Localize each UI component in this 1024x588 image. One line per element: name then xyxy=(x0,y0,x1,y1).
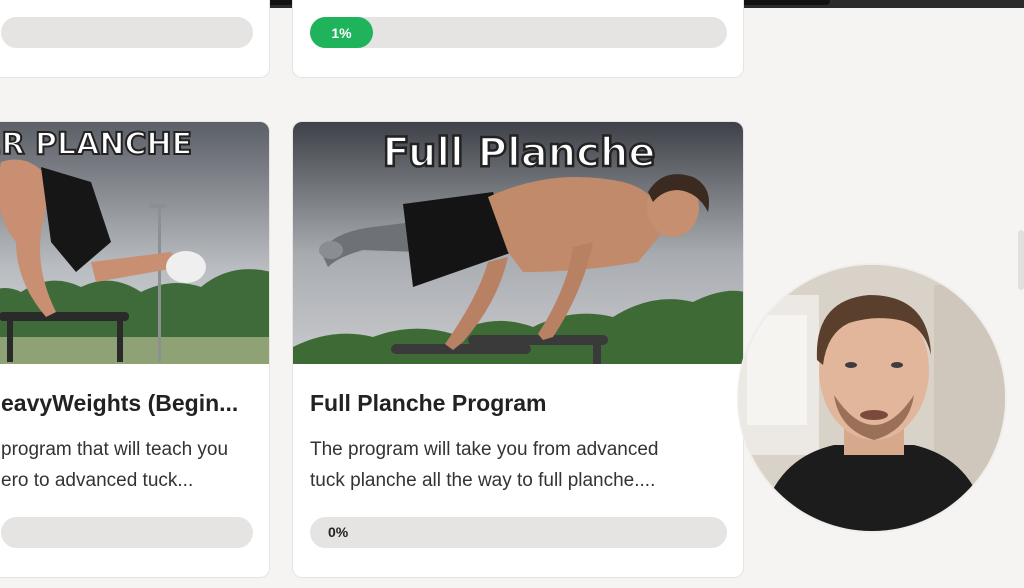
thumbnail-title: ER PLANCHE xyxy=(0,127,192,162)
description-line: program that will teach you xyxy=(1,439,229,460)
course-thumbnail: Full Planche xyxy=(293,122,743,364)
course-card-top-left[interactable] xyxy=(0,0,270,78)
description-line: ero to advanced tuck... xyxy=(1,470,194,491)
scroll-edge-handle[interactable] xyxy=(1018,230,1024,290)
course-description: The program will take you from advanced … xyxy=(310,434,735,496)
description-line: tuck planche all the way to full planche… xyxy=(310,470,656,491)
progress-label: 1% xyxy=(331,24,352,41)
course-description: program that will teach you ero to advan… xyxy=(1,434,269,496)
progress-label: 0% xyxy=(328,524,349,540)
thumbnail-title: Full Planche xyxy=(383,130,656,176)
progress-bar xyxy=(1,517,253,548)
course-card-top-right[interactable]: 1% xyxy=(292,0,744,78)
course-card-heavyweights[interactable]: ER PLANCHE eavyWeights (Begin... program… xyxy=(0,121,270,578)
presenter-webcam-feed xyxy=(737,263,1007,533)
course-title[interactable]: Full Planche Program xyxy=(310,390,730,417)
progress-bar: 1% xyxy=(310,17,727,48)
progress-bar xyxy=(1,17,253,48)
progress-bar: 0% xyxy=(310,517,727,548)
description-line: The program will take you from advanced xyxy=(310,439,659,460)
course-title[interactable]: eavyWeights (Begin... xyxy=(1,390,263,417)
course-card-full-planche[interactable]: Full Planche Full Planche Program The pr… xyxy=(292,121,744,578)
progress-fill: 1% xyxy=(310,17,373,48)
course-thumbnail: ER PLANCHE xyxy=(0,122,269,364)
